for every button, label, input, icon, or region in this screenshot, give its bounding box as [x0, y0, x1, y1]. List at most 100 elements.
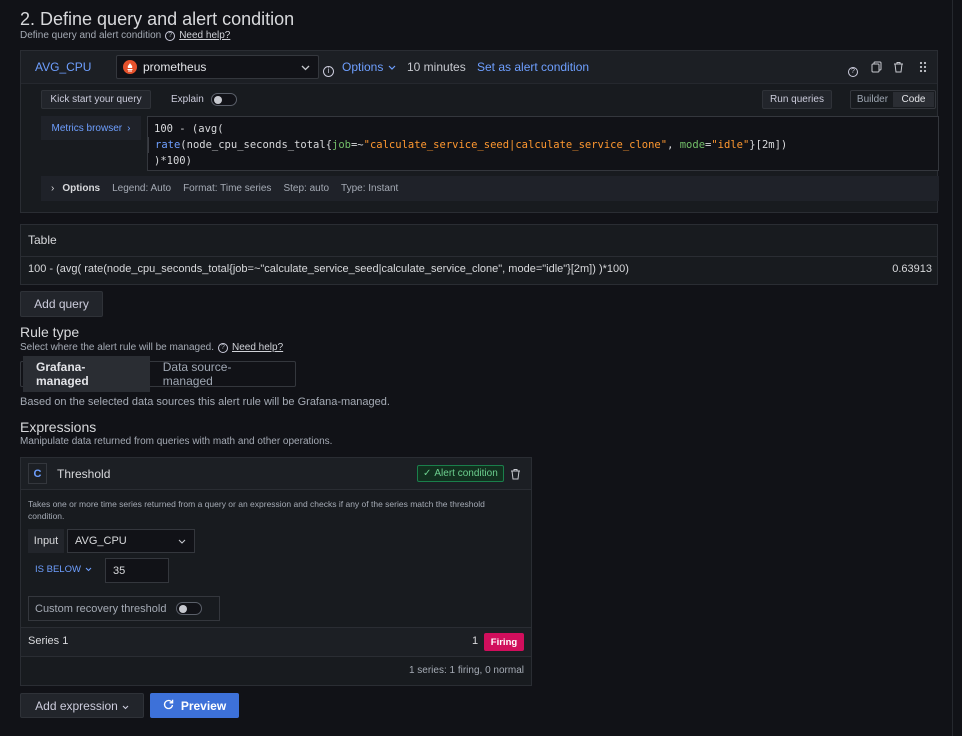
table-divider: [21, 256, 937, 257]
scroll-edge: [952, 0, 953, 736]
code-tail: }[2m]): [749, 139, 788, 151]
mode-switch: Builder Code: [850, 90, 936, 109]
step-setting: Step: auto: [283, 183, 330, 194]
code-line: 100 - (avg(: [154, 123, 224, 135]
refresh-icon: [163, 699, 174, 713]
chevron-right-icon: ›: [51, 183, 55, 194]
mode-builder[interactable]: Builder: [852, 94, 893, 105]
code-line: )*100): [154, 155, 192, 167]
table-cell-expr: 100 - (avg( rate(node_cpu_seconds_total{…: [28, 263, 629, 275]
info-icon: i: [323, 62, 334, 77]
query-editor: AVG_CPU prometheus i Options 10 minutes …: [20, 50, 939, 213]
code-op: =~: [350, 139, 364, 151]
type-setting: Type: Instant: [341, 183, 399, 194]
alert-condition-badge: ✓ Alert condition: [417, 465, 504, 482]
rule-type-tabs: Grafana-managed Data source-managed: [20, 356, 296, 392]
code-metric: (node_cpu_seconds_total{: [180, 139, 333, 151]
code-label-value: "calculate_service_seed|calculate_servic…: [363, 139, 668, 151]
options-label: Options: [62, 183, 101, 194]
chevron-down-icon: [122, 699, 129, 713]
tab-datasource-managed[interactable]: Data source-managed: [150, 356, 293, 392]
datasource-name: prometheus: [143, 60, 207, 74]
section-title: 2. Define query and alert condition: [20, 9, 295, 29]
trash-icon[interactable]: [510, 468, 521, 483]
series-summary: 1 series: 1 firing, 0 normal: [408, 665, 524, 676]
threshold-card: C Threshold ✓ Alert condition Takes one …: [20, 457, 532, 686]
table-row: 100 - (avg( rate(node_cpu_seconds_total{…: [28, 263, 932, 275]
rule-type-subtitle-row: Select where the alert rule will be mana…: [20, 342, 283, 353]
expressions-subtitle: Manipulate data returned from queries wi…: [20, 436, 333, 447]
code-line: rate(node_cpu_seconds_total{job=~"calcul…: [148, 137, 932, 153]
datasource-picker[interactable]: prometheus: [116, 55, 319, 79]
trash-icon[interactable]: [893, 61, 904, 76]
format-setting: Format: Time series: [183, 183, 272, 194]
prometheus-icon: [123, 60, 137, 74]
tab-grafana-managed[interactable]: Grafana-managed: [23, 356, 150, 392]
check-icon: ✓: [423, 468, 432, 479]
mode-code[interactable]: Code: [893, 92, 934, 107]
explain-label: Explain: [171, 94, 204, 105]
chevron-down-icon: [85, 564, 92, 575]
chevron-down-icon: [301, 60, 310, 74]
query-options-row[interactable]: › Options Legend: Auto Format: Time seri…: [41, 176, 939, 201]
firing-badge: Firing: [484, 633, 524, 651]
help-icon[interactable]: ?: [848, 62, 858, 77]
table-cell-value: 0.63913: [892, 263, 932, 275]
query-options-label: Options: [342, 60, 384, 74]
query-options-toggle[interactable]: Options: [342, 60, 396, 74]
code-label-key: mode: [679, 139, 706, 151]
rule-type-title: Rule type: [20, 324, 80, 340]
rule-type-help-link[interactable]: Need help?: [232, 342, 283, 353]
metrics-browser-label: Metrics browser: [51, 122, 123, 134]
section-subtitle-row: Define query and alert condition ? Need …: [20, 30, 230, 41]
query-code-editor[interactable]: 100 - (avg( rate(node_cpu_seconds_total{…: [147, 116, 939, 171]
copy-icon[interactable]: [871, 61, 882, 76]
explain-toggle[interactable]: [210, 93, 237, 106]
chevron-right-icon: ›: [127, 122, 131, 134]
metrics-browser-button[interactable]: Metrics browser ›: [41, 116, 141, 140]
add-query-button[interactable]: Add query: [20, 291, 103, 317]
condition-label: IS BELOW: [35, 564, 81, 575]
card-ref: C: [28, 463, 47, 484]
preview-label: Preview: [180, 698, 227, 713]
help-link[interactable]: Need help?: [179, 30, 230, 41]
rule-type-note: Based on the selected data sources this …: [20, 396, 390, 408]
add-expression-label: Add expression: [35, 698, 118, 713]
custom-recovery-row: Custom recovery threshold: [28, 596, 220, 621]
threshold-input[interactable]: 35: [105, 558, 169, 583]
series-name: Series 1: [28, 635, 69, 647]
code-label-key: job: [332, 139, 351, 151]
input-label: Input: [28, 529, 64, 553]
preview-button[interactable]: Preview: [150, 693, 239, 718]
code-sep: ,: [667, 139, 680, 151]
expressions-title: Expressions: [20, 419, 97, 435]
custom-recovery-toggle[interactable]: [176, 602, 203, 615]
set-alert-condition-link[interactable]: Set as alert condition: [477, 60, 589, 74]
drag-handle-icon[interactable]: [919, 61, 927, 76]
chevron-down-icon: [388, 60, 396, 74]
rule-type-subtitle: Select where the alert rule will be mana…: [20, 342, 214, 353]
explain-row: Explain: [171, 93, 237, 106]
code-fn: rate: [155, 139, 181, 151]
add-expression-button[interactable]: Add expression: [20, 693, 144, 718]
query-ref[interactable]: AVG_CPU: [35, 60, 91, 74]
run-queries-button[interactable]: Run queries: [762, 90, 832, 109]
code-label-value: "idle": [711, 139, 750, 151]
legend-setting: Legend: Auto: [112, 183, 172, 194]
chevron-down-icon: [178, 535, 186, 547]
section-subtitle: Define query and alert condition: [20, 30, 162, 41]
custom-recovery-label: Custom recovery threshold: [35, 602, 167, 615]
series-row: [21, 627, 531, 657]
table-title: Table: [28, 233, 57, 247]
query-interval: 10 minutes: [407, 60, 466, 74]
card-description: Takes one or more time series returned f…: [28, 499, 485, 521]
question-icon: ?: [218, 342, 228, 353]
alert-condition-label: Alert condition: [434, 468, 498, 479]
question-icon: ?: [165, 30, 176, 41]
kickstart-button[interactable]: Kick start your query: [41, 90, 151, 109]
result-table: Table 100 - (avg( rate(node_cpu_seconds_…: [20, 224, 938, 285]
condition-dropdown[interactable]: IS BELOW: [35, 564, 92, 575]
input-select[interactable]: AVG_CPU: [67, 529, 195, 553]
series-value: 1: [472, 635, 479, 647]
input-select-value: AVG_CPU: [75, 535, 127, 547]
